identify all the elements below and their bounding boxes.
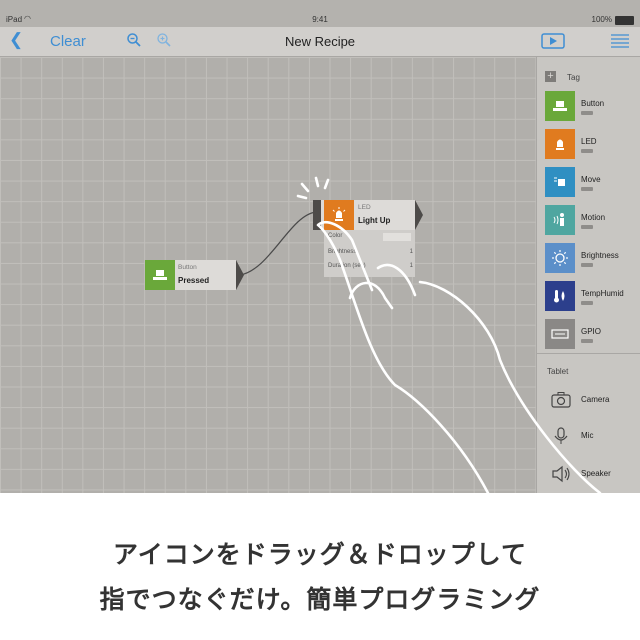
output-connector[interactable] <box>236 260 244 290</box>
palette-item-label: Brightness <box>581 251 619 260</box>
palette-item-camera[interactable]: Camera <box>545 385 637 415</box>
prop-label: Color <box>328 233 343 239</box>
caption-line-2: 指でつなぐだけ。簡単プログラミング <box>99 585 541 614</box>
palette-item-mic[interactable]: Mic <box>545 421 637 451</box>
prop-row[interactable]: Duration (sec) 1 <box>328 263 413 274</box>
block-type: LED <box>358 204 371 211</box>
nav-bar: ❮ Clear New Recipe <box>0 27 640 57</box>
palette-item-label: LED <box>581 137 597 146</box>
button-icon <box>545 91 575 121</box>
palette-item-label: Move <box>581 175 601 184</box>
palette-item-motion[interactable]: Motion <box>545 205 637 237</box>
prop-row[interactable]: Color <box>328 233 413 244</box>
prop-label: Duration (sec) <box>328 263 366 269</box>
palette-item-led[interactable]: LED <box>545 129 637 161</box>
button-block[interactable]: Button Pressed <box>145 260 244 290</box>
output-connector[interactable] <box>415 200 423 230</box>
input-connector[interactable] <box>313 200 321 230</box>
palette-item-brightness[interactable]: Brightness <box>545 243 637 275</box>
caption-line-1: アイコンをドラッグ＆ドロップして <box>112 540 527 569</box>
add-tag-icon[interactable]: + <box>545 71 556 82</box>
battery-icon <box>615 16 634 25</box>
prop-label: Brightness <box>328 249 357 255</box>
palette-item-label: TempHumid <box>581 289 624 298</box>
led-icon <box>545 129 575 159</box>
status-bar: iPad ◠ 9:41 100% <box>0 12 640 27</box>
palette-item-label: Button <box>581 99 605 108</box>
battery-percent: 100% <box>591 15 612 24</box>
block-name: Light Up <box>358 216 391 225</box>
prop-row[interactable]: Brightness 1 <box>328 249 413 260</box>
palette-item-gpio[interactable]: GPIO <box>545 319 637 351</box>
palette-item-indicator <box>581 149 593 153</box>
status-time: 9:41 <box>312 15 328 24</box>
palette-item-speaker[interactable]: Speaker <box>545 459 637 489</box>
palette-item-label: Camera <box>581 395 610 404</box>
palette-item-indicator <box>581 187 593 191</box>
palette-item-label: Speaker <box>581 469 611 478</box>
palette-item-indicator <box>581 339 593 343</box>
mic-icon <box>554 427 568 444</box>
app-screen: iPad ◠ 9:41 100% ❮ Clear New Recipe Butt… <box>0 0 640 493</box>
speaker-icon <box>552 465 570 483</box>
motion-icon <box>545 205 575 235</box>
tablet-section-title: Tablet <box>547 367 569 376</box>
palette-item-indicator <box>581 111 593 115</box>
menu-icon[interactable] <box>609 33 631 49</box>
block-type: Button <box>178 264 197 271</box>
palette-item-indicator <box>581 301 593 305</box>
brightness-icon <box>545 243 575 273</box>
prop-value: 1 <box>409 249 413 255</box>
palette-item-temphumid[interactable]: TempHumid <box>545 281 637 313</box>
color-swatch[interactable] <box>383 233 411 241</box>
palette-item-label: Motion <box>581 213 606 222</box>
led-icon <box>324 200 354 230</box>
preview-icon[interactable] <box>541 32 565 50</box>
palette-item-label: Mic <box>581 431 594 440</box>
palette-item-indicator <box>581 263 593 267</box>
camera-icon <box>551 392 571 408</box>
led-block[interactable]: LED Light Up <box>313 200 423 230</box>
move-icon <box>545 167 575 197</box>
button-icon <box>145 260 175 290</box>
palette-sidebar: + Tag Button LED Move Motion Brightness … <box>536 57 640 493</box>
tag-section-title: Tag <box>567 73 580 82</box>
palette-item-label: GPIO <box>581 327 602 336</box>
gpio-icon <box>545 319 575 349</box>
temphumid-icon <box>545 281 575 311</box>
palette-item-indicator <box>581 225 593 229</box>
prop-value: 1 <box>409 263 413 269</box>
section-divider <box>537 353 640 354</box>
palette-item-move[interactable]: Move <box>545 167 637 199</box>
block-name: Pressed <box>178 276 210 285</box>
recipe-canvas[interactable] <box>0 57 536 493</box>
led-properties: Color Brightness 1 Duration (sec) 1 <box>324 230 415 277</box>
palette-item-button[interactable]: Button <box>545 91 637 123</box>
